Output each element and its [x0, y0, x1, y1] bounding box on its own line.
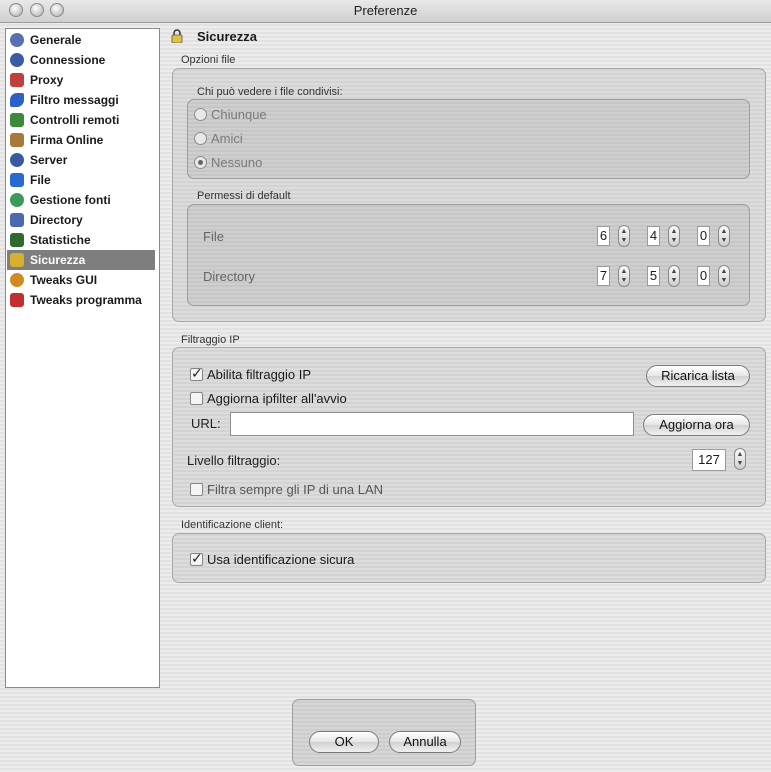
sidebar-item-label: Tweaks GUI: [30, 273, 98, 287]
sidebar-item-statistiche[interactable]: Statistiche: [7, 230, 155, 250]
checkbox-box: [190, 483, 203, 496]
filter-level-value[interactable]: 127: [692, 449, 726, 471]
gear-icon: [10, 33, 24, 47]
filter-level-stepper[interactable]: ▲ ▼: [734, 448, 746, 470]
permission-owner-value[interactable]: 7: [597, 266, 610, 286]
opzioni-file-label: Opzioni file: [181, 54, 236, 66]
permission-other-stepper[interactable]: ▲ ▼: [718, 225, 730, 247]
radio-label: Amici: [211, 131, 243, 146]
filter-level-label: Livello filtraggio:: [187, 453, 281, 468]
sidebar-item-firma-online[interactable]: Firma Online: [7, 130, 155, 150]
file-icon: [10, 173, 24, 187]
gui-icon: [10, 273, 24, 287]
sidebar-item-label: Directory: [30, 213, 83, 227]
permission-group-stepper[interactable]: ▲ ▼: [668, 265, 680, 287]
checkbox-box: [190, 364, 203, 382]
sidebar-item-label: Gestione fonti: [30, 193, 111, 207]
title-bar: Preferenze: [0, 0, 771, 23]
permissions-group: [187, 204, 750, 306]
sidebar-item-label: Sicurezza: [30, 253, 86, 267]
filtraggio-ip-label: Filtraggio IP: [181, 334, 240, 346]
checkbox-label: Aggiorna ipfilter all'avvio: [207, 391, 347, 406]
remote-icon: [10, 113, 24, 127]
lock-icon: [10, 253, 24, 267]
sidebar-item-filtro-messaggi[interactable]: Filtro messaggi: [7, 90, 155, 110]
checkbox-label: Usa identificazione sicura: [207, 552, 355, 567]
sidebar-item-label: Filtro messaggi: [30, 93, 119, 107]
permission-owner-stepper[interactable]: ▲ ▼: [618, 265, 630, 287]
permission-owner-value[interactable]: 6: [597, 226, 610, 246]
checkbox-label: Filtra sempre gli IP di una LAN: [207, 482, 384, 497]
window-title: Preferenze: [353, 3, 418, 18]
permission-group-value[interactable]: 4: [647, 226, 660, 246]
url-label: URL:: [191, 416, 221, 431]
tools-icon: [10, 293, 24, 307]
sidebar-item-server[interactable]: Server: [7, 150, 155, 170]
permission-other-value[interactable]: 0: [697, 226, 710, 246]
permission-group-stepper[interactable]: ▲ ▼: [668, 225, 680, 247]
network-icon: [10, 53, 24, 67]
visibility-label: Chi può vedere i file condivisi:: [197, 86, 343, 98]
radio-dot-selected: [194, 156, 207, 169]
reload-list-button[interactable]: Ricarica lista: [646, 365, 750, 387]
sidebar-item-label: Tweaks programma: [30, 293, 142, 307]
sidebar-item-tweaks-gui[interactable]: Tweaks GUI: [7, 270, 155, 290]
sidebar-item-connessione[interactable]: Connessione: [7, 50, 155, 70]
page-title: Sicurezza: [197, 29, 257, 44]
checkbox-label: Abilita filtraggio IP: [207, 367, 312, 382]
server-icon: [10, 153, 24, 167]
sidebar-item-label: File: [30, 173, 51, 187]
sidebar: Generale Connessione Proxy Filtro messag…: [5, 28, 160, 688]
visibility-group: [187, 99, 750, 179]
radio-label: Chiunque: [211, 107, 267, 122]
sidebar-item-label: Generale: [30, 33, 82, 47]
sidebar-item-directory[interactable]: Directory: [7, 210, 155, 230]
sign-icon: [10, 133, 24, 147]
sidebar-item-label: Connessione: [30, 53, 106, 67]
proxy-icon: [10, 73, 24, 87]
radio-label: Nessuno: [211, 155, 263, 170]
stats-icon: [10, 233, 24, 247]
sidebar-item-gestione-fonti[interactable]: Gestione fonti: [7, 190, 155, 210]
url-input[interactable]: [230, 412, 634, 436]
sidebar-item-sicurezza[interactable]: Sicurezza: [7, 250, 155, 270]
lock-icon: [171, 29, 183, 43]
sidebar-item-label: Statistiche: [30, 233, 91, 247]
permission-row-label: Directory: [203, 269, 256, 284]
permissions-label: Permessi di default: [197, 190, 291, 202]
sidebar-item-label: Controlli remoti: [30, 113, 120, 127]
sidebar-item-label: Proxy: [30, 73, 64, 87]
sidebar-item-controlli-remoti[interactable]: Controlli remoti: [7, 110, 155, 130]
sidebar-item-label: Firma Online: [30, 133, 104, 147]
permission-group-value[interactable]: 5: [647, 266, 660, 286]
sidebar-item-file[interactable]: File: [7, 170, 155, 190]
radio-dot: [194, 132, 207, 145]
sidebar-item-label: Server: [30, 153, 68, 167]
permission-row-label: File: [203, 229, 224, 244]
ok-button[interactable]: OK: [309, 731, 379, 753]
filter-icon: [10, 93, 24, 107]
permission-other-stepper[interactable]: ▲ ▼: [718, 265, 730, 287]
checkbox-box: [190, 392, 203, 405]
permission-owner-stepper[interactable]: ▲ ▼: [618, 225, 630, 247]
permission-other-value[interactable]: 0: [697, 266, 710, 286]
directory-icon: [10, 213, 24, 227]
sidebar-item-tweaks-programma[interactable]: Tweaks programma: [7, 290, 155, 310]
update-now-button[interactable]: Aggiorna ora: [643, 414, 750, 436]
sources-icon: [10, 193, 24, 207]
radio-dot: [194, 108, 207, 121]
identificazione-label: Identificazione client:: [181, 519, 284, 531]
sidebar-item-generale[interactable]: Generale: [7, 30, 155, 50]
cancel-button[interactable]: Annulla: [389, 731, 461, 753]
checkbox-box: [190, 549, 203, 567]
sidebar-item-proxy[interactable]: Proxy: [7, 70, 155, 90]
